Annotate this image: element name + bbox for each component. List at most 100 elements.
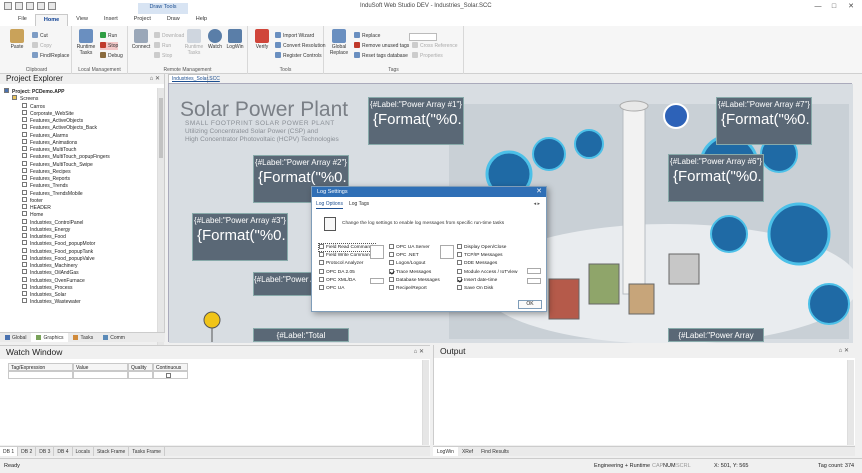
log-option-checkbox[interactable]: Save On Disk <box>457 285 493 292</box>
replace-button[interactable]: Replace <box>354 32 380 40</box>
remote-stop-button[interactable]: Stop <box>154 52 172 60</box>
tree-item-screen[interactable]: Industries_Wastewater <box>4 298 154 305</box>
log-option-checkbox[interactable]: Insert date-time <box>457 276 497 284</box>
opc-ua-server-field[interactable] <box>440 245 454 259</box>
checkbox-box[interactable] <box>389 268 394 274</box>
properties-button[interactable]: Properties <box>412 52 443 60</box>
tab-view[interactable]: View <box>68 14 96 26</box>
column-header[interactable]: Continuous <box>153 363 188 371</box>
tree-item-screen[interactable]: Features_TrendsMobile <box>4 189 154 197</box>
tree-item-screen[interactable]: Features_Alarms <box>4 131 154 139</box>
checkbox-box[interactable] <box>389 260 394 266</box>
watch-tab[interactable]: Locals <box>73 447 94 456</box>
watch-tab[interactable]: DB 2 <box>18 447 37 456</box>
watch-tab[interactable]: DB 4 <box>54 447 73 456</box>
watch-scrollbar[interactable] <box>422 360 429 445</box>
power-array-1-box[interactable]: {#Label:"Power Array #1"} {Format("%0. <box>368 97 464 145</box>
log-option-checkbox[interactable]: Protocol Analyzer <box>319 260 363 267</box>
dialog-close-button[interactable]: ✕ <box>536 187 542 197</box>
watch-tab[interactable]: DB 1 <box>0 447 19 456</box>
remote-runtime-tasks-button[interactable]: Runtime Tasks <box>184 29 204 56</box>
column-header[interactable]: Tag/Expression <box>8 363 73 371</box>
opc-ua-field[interactable] <box>370 278 384 284</box>
tree-item-screen[interactable]: Features_Trends <box>4 182 154 189</box>
output-scrollbar[interactable] <box>847 360 854 445</box>
tab-file[interactable]: File <box>10 14 35 26</box>
checkbox-box[interactable] <box>457 285 462 290</box>
tree-item-screen[interactable]: HEADER <box>4 204 154 211</box>
undo-icon[interactable] <box>26 2 34 10</box>
tree-item-screen[interactable]: Features_MultiTouch_Swipe <box>4 160 154 168</box>
scrollbar-thumb[interactable] <box>159 98 163 158</box>
stop-button[interactable]: Stop <box>100 42 119 50</box>
power-array-box-bottom[interactable]: {#Label:"Power Array <box>668 328 764 342</box>
ok-button[interactable]: OK <box>518 300 542 309</box>
tree-item-screen[interactable]: Features_MultiTouch <box>4 146 154 153</box>
continuous-cell[interactable] <box>153 371 188 379</box>
column-header[interactable]: Value <box>73 363 128 371</box>
global-replace-button[interactable]: Global Replace <box>327 29 351 56</box>
checkbox-box[interactable] <box>319 244 324 249</box>
checkbox-box[interactable] <box>457 268 462 274</box>
tree-item-screen[interactable]: Corporate_WebSite <box>4 109 154 117</box>
tab-project[interactable]: Project <box>126 14 159 26</box>
panel-pin-close[interactable]: ⌂ ✕ <box>839 347 849 354</box>
redo-icon[interactable] <box>37 2 45 10</box>
tag-expression-cell[interactable] <box>8 371 73 379</box>
runtime-tasks-button[interactable]: Runtime Tasks <box>74 29 98 56</box>
log-option-checkbox[interactable]: TCP/IP Messages <box>457 252 503 259</box>
watch-button[interactable]: Watch <box>206 29 224 50</box>
power-array-4-box[interactable]: {#Label:"Power Array #4"} <box>253 272 313 296</box>
checkbox-box[interactable] <box>319 276 324 282</box>
paste-button[interactable]: Paste <box>6 29 28 50</box>
remove-unused-tags-button[interactable]: Remove unused tags <box>354 42 409 50</box>
tree-item-screen[interactable]: Features_MultiTouch_popupFingers <box>4 153 154 160</box>
tree-folder-screens[interactable]: Screens <box>4 95 154 102</box>
log-option-checkbox[interactable]: OPC UA <box>319 285 344 292</box>
tab-insert[interactable]: Insert <box>96 14 126 26</box>
save-icon[interactable] <box>15 2 23 10</box>
date-time-field[interactable] <box>527 278 541 284</box>
tab-scroll-arrows[interactable]: ◂ ▸ <box>534 201 540 207</box>
opc-da-field[interactable] <box>370 245 384 259</box>
checkbox-box[interactable] <box>389 285 394 290</box>
checkbox-box[interactable] <box>457 244 462 249</box>
power-array-7-box[interactable]: {#Label:"Power Array #7"} {Format("%0. <box>716 97 812 145</box>
tree-item-screen[interactable]: Industries_Food_popupMotor <box>4 240 154 247</box>
column-header[interactable]: Quality <box>128 363 153 371</box>
close-button[interactable]: ✕ <box>845 2 857 12</box>
app-icon[interactable] <box>4 2 12 10</box>
log-option-checkbox[interactable]: Display Open/Close <box>457 244 506 251</box>
import-wizard-button[interactable]: Import Wizard <box>275 32 314 40</box>
tree-item-screen[interactable]: Industries_Food <box>4 233 154 240</box>
tree-item-screen[interactable]: Industries_Machinery <box>4 262 154 269</box>
find-replace-button[interactable]: Find/Replace <box>32 52 69 60</box>
replace-input[interactable] <box>409 33 437 41</box>
maximize-button[interactable]: □ <box>828 2 840 12</box>
checkbox-box[interactable] <box>319 252 324 258</box>
power-array-6-box[interactable]: {#Label:"Power Array #6"} {Format("%0. <box>668 154 764 202</box>
checkbox-box[interactable] <box>319 260 324 266</box>
tree-item-screen[interactable]: Features_ActiveObjects <box>4 117 154 124</box>
tree-item-screen[interactable]: Features_Recipes <box>4 167 154 175</box>
tree-item-screen[interactable]: Industries_Solar <box>4 291 154 298</box>
log-option-checkbox[interactable]: DDE Messages <box>457 260 497 267</box>
draw-tools-context-tab[interactable]: Draw Tools <box>138 3 188 14</box>
continuous-checkbox[interactable] <box>166 373 171 378</box>
power-array-3-box[interactable]: {#Label:"Power Array #3"} {Format("%0. <box>192 213 288 261</box>
log-option-checkbox[interactable]: Recipe/Report <box>389 285 427 292</box>
copy-button[interactable]: Copy <box>32 42 52 50</box>
total-box[interactable]: {#Label:"Total <box>253 328 349 342</box>
tab-global[interactable]: Global <box>0 333 31 342</box>
tree-item-screen[interactable]: Industries_OilAndGas <box>4 269 154 276</box>
tab-draw[interactable]: Draw <box>159 14 188 26</box>
watch-tab[interactable]: DB 3 <box>36 447 55 456</box>
tree-item-screen[interactable]: Industries_Food_popupTank <box>4 247 154 255</box>
checkbox-box[interactable] <box>457 276 462 282</box>
tree-root[interactable]: Project: PCDemo.APP <box>4 88 154 95</box>
remote-run-button[interactable]: Run <box>154 42 171 50</box>
convert-resolution-button[interactable]: Convert Resolution <box>275 42 326 50</box>
checkbox-box[interactable] <box>457 252 462 258</box>
tab-log-options[interactable]: Log Options <box>316 201 343 209</box>
tree-item-screen[interactable]: Industries_OvenFurnace <box>4 276 154 284</box>
